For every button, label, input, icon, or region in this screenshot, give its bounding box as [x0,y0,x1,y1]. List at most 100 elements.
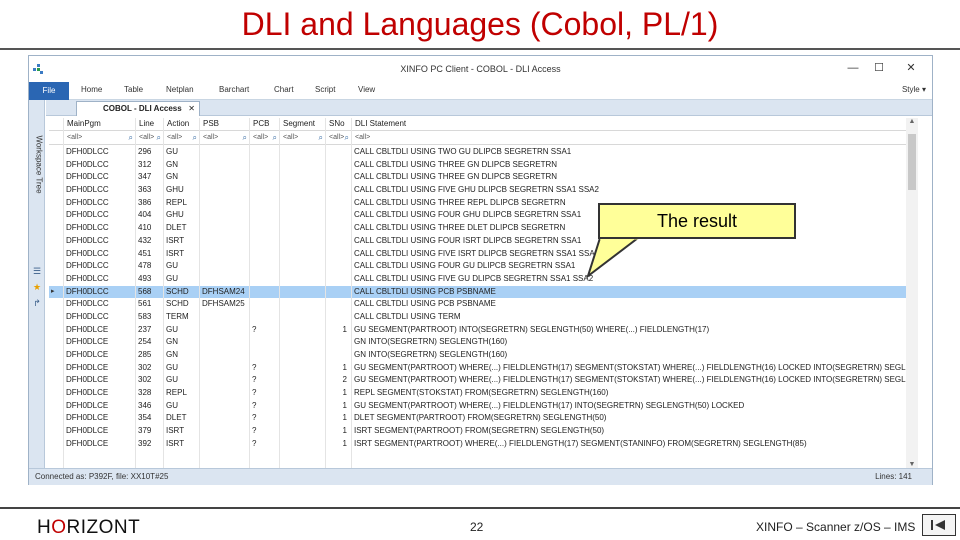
table-row[interactable]: DFH0DLCE 302 GU? 2 GU SEGMENT(PARTROOT) WHER… [49,374,917,387]
list-icon[interactable]: ☰ [32,266,42,276]
table-row[interactable]: DFH0DLCE 237 GU? 1 GU SEGMENT(PARTROOT) INTO… [49,324,917,337]
table-cell: ISRT SEGMENT(PARTROOT) FROM(SEGRETRN) SE… [354,426,605,436]
table-row[interactable]: DFH0DLCE 302 GU? 1 GU SEGMENT(PARTROOT) WHER… [49,362,917,375]
ribbon-tab-netplan[interactable]: Netplan [166,85,194,94]
column-filter[interactable]: <all>⌕ [199,132,249,145]
table-row[interactable]: DFH0DLCE 285 GN GN INTO(SEGRETRN) SEGLENGTH… [49,349,917,362]
workspace-tree-tab[interactable]: Workspace Tree [31,110,44,220]
search-icon[interactable]: ⌕ [193,132,197,144]
ribbon-tab-table[interactable]: Table [124,85,143,94]
table-cell: GU [166,400,178,410]
scroll-down-icon[interactable]: ▼ [906,461,918,468]
status-bar: Connected as: P392F, file: XX10T#25 Line… [29,468,932,485]
close-tab-icon[interactable]: ✕ [188,102,195,116]
search-icon[interactable]: ⌕ [319,132,323,144]
ribbon-tab-script[interactable]: Script [315,85,335,94]
grid-rows: DFH0DLCC 296 GU CALL CBLTDLI USING TWO GU D… [49,146,917,451]
search-icon[interactable]: ⌕ [157,132,161,144]
document-tabbar: COBOL - DLI Access ✕ [46,100,932,116]
column-header[interactable]: Action [163,118,199,131]
column-header[interactable]: SNo [325,118,351,131]
table-cell: ISRT [166,235,185,245]
table-cell: GU [166,273,178,283]
window-titlebar: XINFO PC Client - COBOL - DLI Access — ☐… [29,56,932,82]
footer-divider [0,507,960,509]
column-header[interactable]: Line [135,118,163,131]
column-header[interactable]: Segment [279,118,325,131]
minimize-button[interactable]: — [842,60,864,76]
column-header[interactable]: MainPgm [63,118,135,131]
table-cell: GN INTO(SEGRETRN) SEGLENGTH(160) [354,337,508,347]
table-cell: DFH0DLCC [66,235,109,245]
table-cell: 583 [138,311,152,321]
table-cell: 493 [138,273,152,283]
column-filter[interactable]: <all>⌕ [63,132,135,145]
table-cell: 254 [138,337,152,347]
window-title: XINFO PC Client - COBOL - DLI Access [400,64,561,74]
table-cell: 2 [342,375,347,385]
redirect-icon[interactable]: ↱ [32,298,42,308]
column-header[interactable]: PSB [199,118,249,131]
column-filter[interactable]: <all>⌕ [249,132,279,145]
table-cell: REPL SEGMENT(STOKSTAT) FROM(SEGRETRN) SE… [354,388,609,398]
ribbon-tab-home[interactable]: Home [81,85,102,94]
vertical-scrollbar[interactable]: ▲ ▼ [906,118,918,468]
star-icon[interactable]: ★ [32,282,42,292]
table-row[interactable]: DFH0DLCC 312 GN CALL CBLTDLI USING THREE GN… [49,159,917,172]
table-cell: DLET [166,223,187,233]
column-filter[interactable]: <all>⌕ [163,132,199,145]
table-cell: 404 [138,210,152,220]
tab-label: COBOL - DLI Access [103,104,182,113]
table-row[interactable]: DFH0DLCC 451 ISRT CALL CBLTDLI USING FIVE I… [49,248,917,261]
scrollbar-thumb[interactable] [908,134,916,190]
table-cell: 1 [342,438,347,448]
table-cell: GN [166,159,178,169]
style-menu[interactable]: Style ▾ [902,85,926,94]
search-icon[interactable]: ⌕ [243,132,247,144]
column-header[interactable]: DLI Statement [351,118,917,131]
close-window-button[interactable]: ✕ [900,60,922,76]
table-cell: 1 [342,400,347,410]
table-row[interactable]: DFH0DLCC 561 SCHD DFHSAM25 CALL CBLTDLI USIN… [49,298,917,311]
table-cell: 296 [138,147,152,156]
column-header[interactable]: PCB [249,118,279,131]
column-filter[interactable]: <all>⌕ [351,132,917,145]
table-cell: 1 [342,362,347,372]
first-slide-icon [931,520,945,530]
table-row[interactable]: DFH0DLCE 346 GU? 1 GU SEGMENT(PARTROOT) WHER… [49,400,917,413]
search-icon[interactable]: ⌕ [273,132,277,144]
table-row[interactable]: DFH0DLCE 328 REPL? 1 REPL SEGMENT(STOKSTAT) … [49,387,917,400]
table-cell: GN [166,350,178,359]
slide-nav-button[interactable] [922,514,956,536]
maximize-button[interactable]: ☐ [868,60,890,76]
table-row[interactable]: ▸ DFH0DLCC 568 SCHD DFHSAM24 CALL CBLTDLI USI… [49,285,917,299]
table-cell: 392 [138,438,152,448]
table-row[interactable]: DFH0DLCE 354 DLET? 1 DLET SEGMENT(PARTROOT) … [49,412,917,425]
search-icon[interactable]: ⌕ [345,132,349,144]
callout-pointer [586,236,641,278]
table-row[interactable]: DFH0DLCC 363 GHU CALL CBLTDLI USING FIVE GH… [49,184,917,197]
ribbon-tab-chart[interactable]: Chart [274,85,294,94]
ribbon-tab-barchart[interactable]: Barchart [219,85,249,94]
scroll-up-icon[interactable]: ▲ [906,118,918,125]
table-row[interactable]: DFH0DLCC 583 TERM CALL CBLTDLI USING TERM [49,311,917,324]
column-filter[interactable]: <all>⌕ [325,132,351,145]
column-filter[interactable]: <all>⌕ [279,132,325,145]
table-cell: CALL CBLTDLI USING THREE GN DLIPCB SEGRE… [354,172,558,182]
search-icon[interactable]: ⌕ [129,132,133,144]
table-row[interactable]: DFH0DLCE 392 ISRT? 1 ISRT SEGMENT(PARTROOT) … [49,438,917,451]
table-row[interactable]: DFH0DLCC 493 GU CALL CBLTDLI USING FIVE GU … [49,273,917,286]
table-row[interactable]: DFH0DLCC 347 GN CALL CBLTDLI USING THREE GN… [49,171,917,184]
column-filter[interactable]: <all>⌕ [135,132,163,145]
table-cell: DFH0DLCC [66,147,109,156]
table-cell: GU SEGMENT(PARTROOT) WHERE(...) FIELDLEN… [354,362,916,372]
ribbon-tab-file[interactable]: File [29,82,69,100]
tab-cobol-dli-access[interactable]: COBOL - DLI Access ✕ [76,101,200,116]
table-row[interactable]: DFH0DLCC 296 GU CALL CBLTDLI USING TWO GU D… [49,146,917,159]
table-row[interactable]: DFH0DLCC 478 GU CALL CBLTDLI USING FOUR GU … [49,260,917,273]
table-row[interactable]: DFH0DLCE 254 GN GN INTO(SEGRETRN) SEGLENGTH… [49,336,917,349]
column-divider [135,118,136,468]
table-row[interactable]: DFH0DLCE 379 ISRT? 1 ISRT SEGMENT(PARTROOT) … [49,425,917,438]
table-cell: DFH0DLCC [66,286,109,296]
ribbon-tab-view[interactable]: View [358,85,375,94]
